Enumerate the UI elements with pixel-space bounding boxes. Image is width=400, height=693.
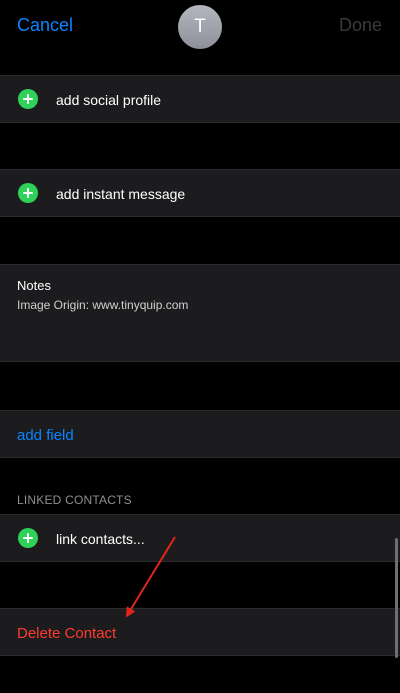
notes-field[interactable]: Notes Image Origin: www.tinyquip.com xyxy=(0,264,400,362)
link-contacts-label: link contacts... xyxy=(56,531,145,547)
contact-avatar[interactable]: T xyxy=(178,5,222,49)
notes-label: Notes xyxy=(17,278,51,293)
add-instant-message-label: add instant message xyxy=(56,186,186,202)
cancel-button[interactable]: Cancel xyxy=(17,15,73,36)
link-contacts-row[interactable]: link contacts... xyxy=(0,514,400,562)
add-icon[interactable] xyxy=(18,183,38,203)
delete-contact-button[interactable]: Delete Contact xyxy=(17,625,116,642)
delete-contact-row[interactable]: Delete Contact xyxy=(0,608,400,656)
add-icon[interactable] xyxy=(18,89,38,109)
add-icon[interactable] xyxy=(18,528,38,548)
add-social-profile-row[interactable]: add social profile xyxy=(0,75,400,123)
add-social-profile-label: add social profile xyxy=(56,92,162,108)
notes-value[interactable]: Image Origin: www.tinyquip.com xyxy=(17,298,188,312)
add-instant-message-row[interactable]: add instant message xyxy=(0,169,400,217)
nav-bar: Cancel T Done xyxy=(0,0,400,54)
scroll-indicator[interactable] xyxy=(395,538,398,658)
linked-contacts-header: LINKED CONTACTS xyxy=(17,493,132,507)
add-field-row[interactable]: add field xyxy=(0,410,400,458)
done-button[interactable]: Done xyxy=(339,15,382,36)
add-field-button[interactable]: add field xyxy=(17,427,74,444)
